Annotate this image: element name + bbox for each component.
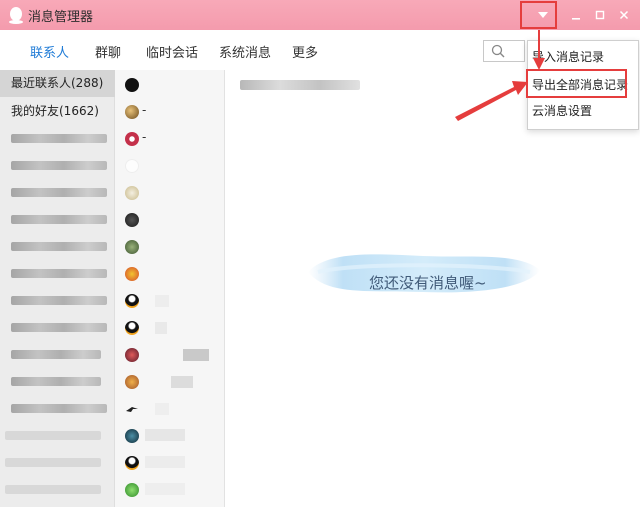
avatar xyxy=(125,105,139,119)
category-item[interactable] xyxy=(0,341,115,368)
list-item[interactable]: - xyxy=(115,99,225,126)
avatar xyxy=(125,294,139,308)
tab-temp-session[interactable]: 临时会话 xyxy=(146,42,198,61)
penguin-icon xyxy=(9,7,23,24)
avatar xyxy=(125,321,139,335)
menu-dropdown-button[interactable] xyxy=(530,4,556,26)
maximize-icon xyxy=(595,10,605,20)
list-item[interactable] xyxy=(115,396,225,423)
menu-item-import-records[interactable]: 导入消息记录 xyxy=(528,44,638,70)
list-item[interactable] xyxy=(115,180,225,207)
avatar xyxy=(125,267,139,281)
category-item[interactable] xyxy=(0,395,115,422)
category-my-friends[interactable]: 我的好友(1662) xyxy=(0,98,115,125)
avatar xyxy=(125,456,139,470)
tab-more[interactable]: 更多 xyxy=(292,42,318,61)
list-item[interactable] xyxy=(115,450,225,477)
category-item[interactable] xyxy=(0,260,115,287)
list-item[interactable] xyxy=(115,207,225,234)
list-item[interactable] xyxy=(115,288,225,315)
bird-icon xyxy=(126,407,138,412)
category-item[interactable] xyxy=(0,314,115,341)
category-item[interactable] xyxy=(0,287,115,314)
tab-group-chat[interactable]: 群聊 xyxy=(95,42,121,61)
category-item[interactable] xyxy=(0,152,115,179)
tab-contacts[interactable]: 联系人 xyxy=(30,42,69,61)
message-manager-window: 消息管理器 联系人 群聊 临时会话 系统消息 更多 最近联系人(288) 我的好… xyxy=(0,0,640,507)
close-icon xyxy=(619,10,629,20)
avatar xyxy=(125,78,139,92)
category-recent-contacts[interactable]: 最近联系人(288) xyxy=(0,70,115,97)
category-item[interactable] xyxy=(0,125,115,152)
category-item[interactable] xyxy=(0,179,115,206)
category-panel: 最近联系人(288) 我的好友(1662) xyxy=(0,70,115,507)
tab-system-messages[interactable]: 系统消息 xyxy=(219,42,271,61)
contact-list: - - xyxy=(115,70,225,507)
conversation-header xyxy=(240,80,360,90)
list-item[interactable] xyxy=(115,261,225,288)
dropdown-menu: 导入消息记录 导出全部消息记录 云消息设置 xyxy=(527,40,639,130)
triangle-down-icon xyxy=(538,11,548,18)
maximize-button[interactable] xyxy=(588,4,612,26)
category-item[interactable] xyxy=(0,233,115,260)
message-view: 您还没有消息喔~ xyxy=(226,70,640,507)
category-item[interactable] xyxy=(0,476,115,503)
list-item[interactable] xyxy=(115,315,225,342)
category-item[interactable] xyxy=(0,422,115,449)
avatar xyxy=(125,483,139,497)
avatar xyxy=(125,213,139,227)
empty-message: 您还没有消息喔~ xyxy=(369,274,487,292)
avatar xyxy=(125,186,139,200)
category-item[interactable] xyxy=(0,368,115,395)
category-item[interactable] xyxy=(0,449,115,476)
list-item[interactable] xyxy=(115,153,225,180)
list-item[interactable] xyxy=(115,234,225,261)
list-item[interactable] xyxy=(115,72,225,99)
avatar xyxy=(125,159,139,173)
list-item[interactable] xyxy=(115,369,225,396)
avatar xyxy=(125,348,139,362)
avatar xyxy=(125,132,139,146)
window-title: 消息管理器 xyxy=(28,10,94,25)
category-item[interactable] xyxy=(0,206,115,233)
search-icon xyxy=(491,44,505,58)
avatar xyxy=(125,429,139,443)
list-item[interactable] xyxy=(115,423,225,450)
list-item[interactable] xyxy=(115,342,225,369)
avatar xyxy=(125,240,139,254)
menu-item-export-all-records[interactable]: 导出全部消息记录 xyxy=(528,72,638,98)
list-item[interactable] xyxy=(115,477,225,504)
search-input[interactable] xyxy=(483,40,525,62)
minimize-icon xyxy=(572,18,580,20)
menu-item-cloud-settings[interactable]: 云消息设置 xyxy=(528,98,638,124)
minimize-button[interactable] xyxy=(564,4,588,26)
list-item[interactable]: - xyxy=(115,126,225,153)
close-button[interactable] xyxy=(612,4,636,26)
avatar xyxy=(125,375,139,389)
title-bar: 消息管理器 xyxy=(0,0,640,30)
